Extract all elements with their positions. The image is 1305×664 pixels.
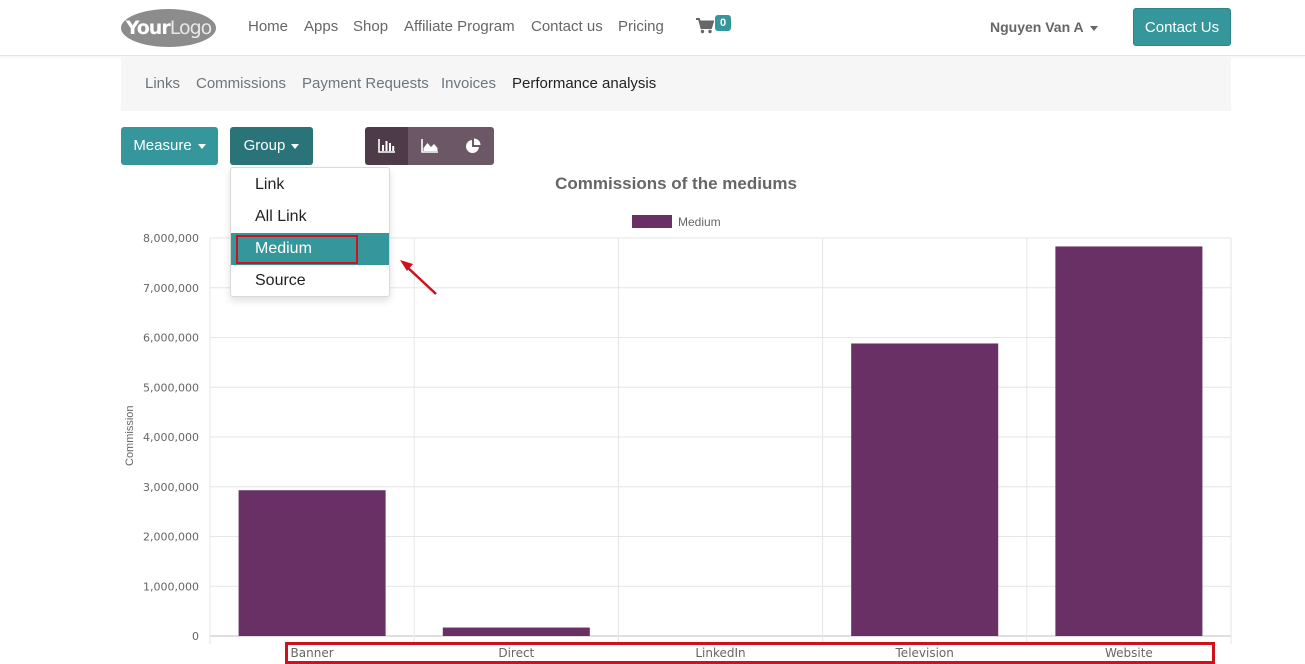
- annotation-arrow-icon: [400, 260, 437, 295]
- bar-website: [1055, 246, 1203, 636]
- y-tick-label: 1,000,000: [143, 580, 199, 593]
- group-option-link[interactable]: Link: [231, 169, 389, 201]
- bar-chart: 0 1,000,000 2,000,000 3,000,000 4,000,000 5,0…: [143, 232, 1232, 660]
- y-tick-label: 3,000,000: [143, 481, 199, 494]
- y-tick-label: 6,000,000: [143, 332, 199, 345]
- bar-television: [851, 343, 999, 636]
- y-tick-label: 4,000,000: [143, 431, 199, 444]
- x-axis-annotation-box: [285, 642, 1215, 664]
- y-tick-label: 8,000,000: [143, 232, 199, 245]
- bar-direct: [442, 627, 590, 636]
- y-tick-label: 7,000,000: [143, 282, 199, 295]
- selected-option-annotation-box: [236, 235, 358, 264]
- group-option-all-link[interactable]: All Link: [231, 201, 389, 233]
- group-option-source[interactable]: Source: [231, 265, 389, 297]
- y-tick-label: 0: [192, 630, 199, 643]
- bar-banner: [238, 490, 386, 636]
- y-tick-label: 5,000,000: [143, 381, 199, 394]
- group-by-dropdown-menu: Link All Link Medium Source: [230, 167, 390, 297]
- y-tick-label: 2,000,000: [143, 531, 199, 544]
